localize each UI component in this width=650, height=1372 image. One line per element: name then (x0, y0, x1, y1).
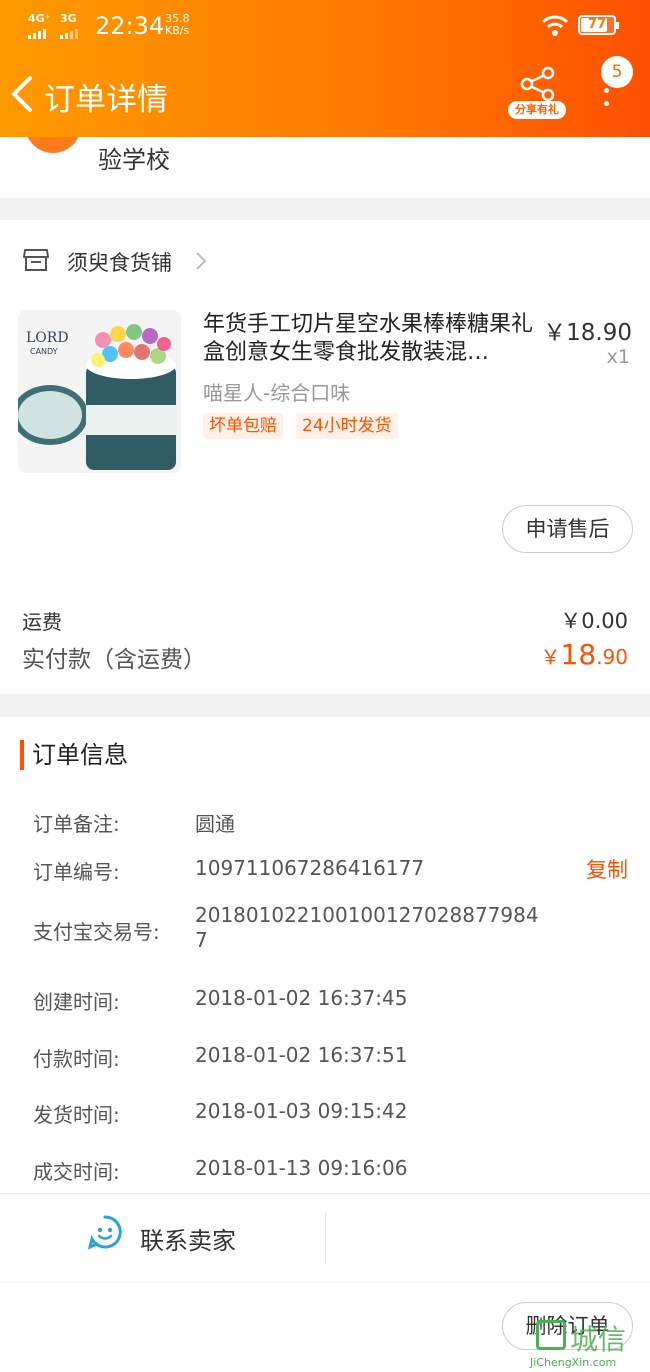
shipping-value: ￥0.00 (560, 609, 628, 633)
shipping-label: 运费 (22, 610, 62, 634)
order-info-card: 订单信息 订单备注: 圆通 订单编号: 109711067286416177 复… (0, 717, 650, 1193)
contact-bar: 联系卖家 (0, 1193, 650, 1281)
shop-card: 须臾食货铺 LORD CANDY 年货手工切片星空水果棒棒糖果礼盒创意女生零食批… (0, 220, 650, 694)
shipped-time-label: 发货时间: (33, 1103, 120, 1127)
alipay-trade-label: 支付宝交易号: (33, 920, 160, 944)
created-time-value: 2018-01-02 16:37:45 (195, 986, 408, 1010)
share-label: 分享有礼 (508, 101, 566, 119)
paid-currency: ￥ (540, 645, 561, 669)
shipped-time-value: 2018-01-03 09:15:42 (195, 1099, 408, 1123)
paid-time-label: 付款时间: (33, 1047, 120, 1071)
created-time-label: 创建时间: (33, 990, 120, 1014)
status-bar: 4G⁺ 3G 22:34 35.8 KB/s 77 (0, 0, 650, 50)
deal-time-label: 成交时间: (33, 1160, 120, 1184)
paid-decimal: .90 (596, 645, 628, 669)
order-number-label: 订单编号: (33, 860, 120, 884)
address-card[interactable]: 验学校 (0, 97, 650, 198)
speed-unit: KB/s (165, 24, 190, 37)
tag-bad-refund: 坏单包赔 (203, 413, 283, 439)
after-sale-button[interactable]: 申请售后 (502, 505, 633, 553)
watermark-logo: 城信 JiChengXin.com (530, 1320, 650, 1372)
back-arrow-icon[interactable] (8, 72, 38, 116)
paid-time-value: 2018-01-02 16:37:51 (195, 1043, 408, 1067)
signal-bars-icon (28, 26, 51, 39)
shop-name: 须臾食货铺 (67, 251, 172, 275)
wifi-icon (541, 15, 569, 36)
tag-24h-shipping: 24小时发货 (296, 413, 398, 439)
product-quantity: x1 (606, 346, 630, 368)
copy-button[interactable]: 复制 (586, 854, 628, 884)
share-button[interactable]: 分享有礼 (508, 66, 566, 124)
contact-seller-button[interactable]: 联系卖家 (140, 1221, 236, 1256)
order-info-title: 订单信息 (20, 740, 128, 770)
paid-label: 实付款（含运费） (22, 647, 206, 673)
product-name[interactable]: 年货手工切片星空水果棒棒糖果礼盒创意女生零食批发散装混… (203, 311, 538, 367)
alipay-trade-line1: 201801022100100127028877984 (195, 903, 539, 927)
product-image[interactable]: LORD CANDY (18, 310, 181, 473)
watermark-url: JiChengXin.com (530, 1356, 617, 1369)
alipay-trade-value: 201801022100100127028877984 7 (195, 903, 539, 953)
signal-sim1: 4G⁺ (28, 12, 51, 39)
watermark-square (536, 1320, 566, 1350)
divider (325, 1212, 326, 1264)
remark-value: 圆通 (195, 812, 235, 836)
candy-tin-image: LORD CANDY (18, 310, 181, 473)
paid-integer: 18 (560, 638, 597, 671)
address-text: 验学校 (98, 146, 170, 174)
network-speed: 35.8 KB/s (165, 13, 190, 37)
image-brand-text: LORD (26, 330, 69, 346)
alipay-trade-line2: 7 (195, 928, 208, 952)
page-title: 订单详情 (44, 82, 168, 118)
sim2-label: 3G (60, 12, 77, 25)
image-sub-text: CANDY (30, 347, 58, 356)
sim1-label: 4G⁺ (28, 12, 51, 25)
signal-bars-icon (60, 26, 80, 39)
chevron-right-icon (196, 252, 207, 270)
battery-icon: 77 (578, 15, 619, 35)
product-sku: 喵星人-综合口味 (203, 381, 351, 405)
product-price: ￥18.90 (543, 320, 632, 346)
remark-label: 订单备注: (33, 812, 120, 836)
battery-level: 77 (587, 17, 607, 32)
message-badge[interactable]: 5 (601, 56, 633, 88)
signal-sim2: 3G (60, 12, 80, 39)
app-header: 4G⁺ 3G 22:34 35.8 KB/s 77 订单详情 分享有礼 5 (0, 0, 650, 137)
deal-time-value: 2018-01-13 09:16:06 (195, 1156, 408, 1180)
watermark-brand: 城信 (570, 1323, 627, 1356)
more-vertical-icon[interactable] (598, 88, 614, 118)
store-icon (23, 249, 49, 271)
chat-smile-icon[interactable] (87, 1214, 123, 1250)
paid-amount: ￥18.90 (541, 638, 628, 671)
order-number-value: 109711067286416177 (195, 856, 425, 880)
share-icon (520, 66, 555, 102)
status-time: 22:34 (95, 12, 165, 40)
